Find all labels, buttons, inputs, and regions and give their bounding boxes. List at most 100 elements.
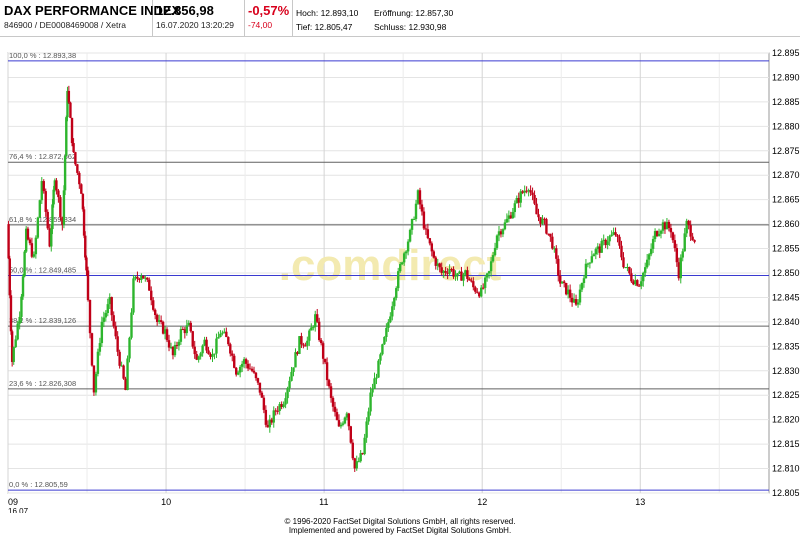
fib-level-label: 50,0 % : 12.849,485 [9, 266, 76, 275]
candle-down [562, 281, 566, 283]
candle-down [444, 271, 447, 273]
candle-up [385, 327, 388, 337]
candle-up [645, 259, 649, 268]
candle-down [231, 353, 234, 356]
candle-up [52, 189, 55, 205]
price-timestamp: 16.07.2020 13:20:29 [156, 20, 234, 30]
x-tick-label: 12 [477, 497, 487, 507]
candle-down [614, 232, 617, 236]
candle-down [246, 363, 250, 369]
candle-down [7, 224, 10, 259]
candle-down [74, 152, 77, 165]
candle-up [238, 366, 242, 373]
candle-up [355, 461, 358, 469]
candle-up [582, 278, 586, 284]
candle-up [215, 338, 218, 354]
candle-down [422, 211, 426, 229]
candle-up [126, 358, 129, 391]
candle-up [306, 340, 309, 346]
candle-down [426, 229, 430, 239]
candle-down [112, 315, 115, 327]
candle-down [152, 300, 155, 310]
candle-up [590, 256, 594, 263]
x-tick-label: 11 [319, 497, 328, 507]
y-tick-label: 12.880 [772, 121, 800, 131]
instrument-ids: 846900 / DE0008469008 / Xetra [4, 20, 126, 30]
candle-down [675, 248, 679, 263]
candle-up [282, 404, 285, 407]
candle-down [260, 392, 264, 398]
candle-down [622, 257, 625, 268]
candle-up [104, 313, 108, 318]
candle-up [201, 345, 204, 354]
candle-up [199, 353, 202, 357]
candle-down [533, 194, 536, 204]
candle-up [130, 312, 133, 338]
candle-up [12, 347, 15, 362]
candle-up [480, 287, 483, 297]
candle-down [44, 191, 47, 212]
candle-up [410, 219, 414, 230]
candle-up [284, 398, 287, 405]
candle-up [400, 262, 404, 265]
candle-down [55, 180, 58, 191]
candle-up [393, 297, 396, 307]
candle-down [256, 378, 260, 383]
candle-up [503, 222, 507, 230]
candle-down [42, 181, 45, 192]
candle-down [76, 164, 79, 173]
candle-down [430, 243, 434, 252]
candle-up [501, 229, 505, 235]
y-tick-label: 12.885 [772, 97, 800, 107]
candle-up [211, 354, 214, 357]
stat-low: Tief: 12.805,47 [296, 22, 353, 32]
candle-up [389, 316, 392, 323]
candle-up [290, 371, 293, 381]
candle-up [493, 247, 497, 256]
candle-down [335, 412, 339, 421]
candle-down [252, 370, 256, 373]
candle-up [14, 339, 17, 348]
candle-up [36, 217, 40, 238]
candle-up [383, 336, 386, 345]
candle-up [363, 437, 366, 455]
y-tick-label: 12.815 [772, 439, 800, 449]
candle-up [359, 453, 362, 462]
fib-level-label: 100,0 % : 12.893,38 [9, 51, 76, 60]
candle-up [365, 421, 368, 438]
candle-up [647, 254, 651, 260]
candle-down [620, 245, 623, 258]
candle-up [513, 203, 516, 213]
candle-down [225, 331, 228, 338]
candle-down [545, 219, 548, 234]
price-cell: 12.856,98 16.07.2020 13:20:29 [152, 0, 245, 36]
candle-up [377, 360, 380, 378]
candle-up [491, 255, 495, 262]
change-absolute: -74,00 [248, 20, 273, 30]
candle-down [630, 273, 633, 282]
candle-down [165, 329, 169, 341]
candle-up [341, 423, 345, 425]
candle-down [191, 331, 194, 347]
candle-down [254, 372, 258, 379]
price-chart[interactable]: 12.895 12.890 12.885 12.880 12.875 12.870 12.8… [0, 36, 800, 513]
candle-up [62, 190, 66, 225]
candle-up [600, 240, 603, 253]
candle-up [286, 388, 289, 399]
candle-up [404, 251, 408, 254]
candle-down [167, 340, 171, 348]
candle-down [159, 320, 163, 322]
candle-down [420, 204, 424, 212]
candle-down [189, 322, 192, 332]
candle-up [96, 351, 100, 374]
last-price: 12.856,98 [156, 3, 214, 18]
candle-up [412, 218, 416, 220]
candle-down [671, 232, 675, 241]
stat-open: Eröffnung: 12.857,30 [374, 8, 454, 18]
candle-down [233, 355, 236, 368]
candle-up [177, 341, 181, 346]
candle-down [349, 426, 353, 443]
candle-down [472, 281, 475, 288]
candle-up [236, 372, 240, 375]
x-tick-sublabel: 16.07. [8, 507, 30, 513]
